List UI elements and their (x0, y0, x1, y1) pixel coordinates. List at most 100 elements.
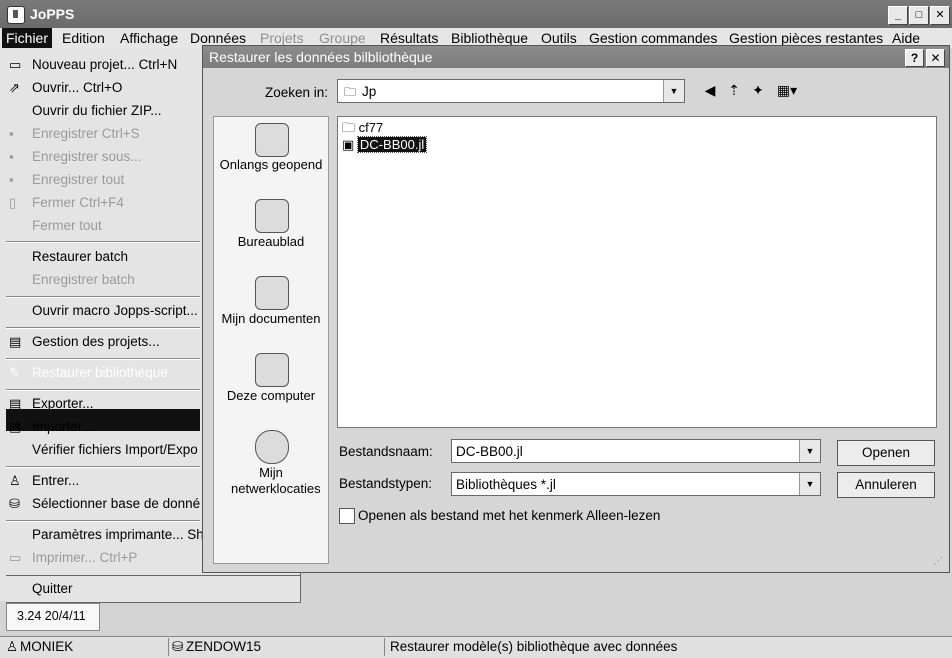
import-icon: ▤ (9, 419, 22, 434)
desktop-icon (255, 199, 289, 233)
menu-item-save[interactable]: Enregistrer Ctrl+S (32, 126, 140, 141)
look-in-combo[interactable]: 🗀 Jp ▼ (337, 79, 685, 103)
export-icon: ▤ (9, 396, 22, 411)
readonly-checkbox[interactable] (339, 508, 355, 524)
status-divider (168, 638, 169, 656)
menu-item-select-database[interactable]: Sélectionner base de donné (32, 496, 200, 511)
status-bar: ♙ MONIEK ⛁ ZENDOW15 Restaurer modèle(s) … (0, 636, 952, 658)
place-computer[interactable]: Deze computer (214, 388, 328, 403)
user-icon: ♙ (9, 473, 21, 488)
open-button[interactable]: Openen (837, 440, 935, 466)
menu-item-open[interactable]: Ouvrir... Ctrl+O (32, 80, 122, 95)
menu-outils[interactable]: Outils (541, 30, 577, 46)
menu-item-save-as[interactable]: Enregistrer sous... (32, 149, 142, 164)
look-in-label: Zoeken in: (265, 85, 329, 100)
menu-item-new-project[interactable]: Nouveau projet... Ctrl+N (32, 57, 177, 72)
up-folder-icon[interactable]: ⇡ (725, 81, 743, 99)
version-box: 3.24 20/4/11 (6, 603, 100, 631)
menu-item-save-all[interactable]: Enregistrer tout (32, 172, 124, 187)
menu-fichier[interactable]: Fichier (2, 28, 53, 48)
menu-separator (6, 296, 200, 298)
printer-icon: ▭ (9, 550, 22, 565)
menu-donnees[interactable]: Données (190, 30, 246, 46)
maximize-button[interactable]: □ (909, 6, 929, 25)
menu-edition[interactable]: Edition (62, 30, 105, 46)
menu-item-open-zip[interactable]: Ouvrir du fichier ZIP... (32, 103, 162, 118)
user-icon: ♙ (6, 639, 19, 654)
documents-icon (255, 276, 289, 310)
menu-item-export[interactable]: Exporter... (32, 396, 94, 411)
dialog-close-button[interactable]: ✕ (926, 49, 945, 67)
menu-separator (6, 520, 200, 522)
menu-resultats[interactable]: Résultats (380, 30, 438, 46)
filetype-label: Bestandstypen: (339, 476, 433, 491)
file-name: cf77 (358, 120, 384, 135)
menu-projets[interactable]: Projets (260, 30, 304, 46)
recent-icon (255, 123, 289, 157)
menu-item-verify-files[interactable]: Vérifier fichiers Import/Expo (32, 442, 198, 457)
new-folder-icon[interactable]: ✦ (749, 81, 767, 99)
status-message: Restaurer modèle(s) bibliothèque avec do… (390, 639, 678, 654)
menu-item-import[interactable]: Importer... (32, 419, 93, 434)
menu-groupe[interactable]: Groupe (319, 30, 366, 46)
look-in-value: Jp (362, 84, 377, 99)
back-icon[interactable]: ◀ (701, 81, 719, 99)
computer-icon (255, 353, 289, 387)
close-button[interactable]: ✕ (930, 6, 950, 25)
status-server: ZENDOW15 (186, 639, 262, 654)
close-file-icon: ▯ (9, 195, 17, 210)
help-button[interactable]: ? (905, 49, 924, 67)
filename-combo[interactable]: DC-BB00.jl ▼ (451, 439, 821, 463)
restore-library-icon: ✎ (9, 365, 20, 380)
filename-label: Bestandsnaam: (339, 444, 433, 459)
menu-bibliotheque[interactable]: Bibliothèque (451, 30, 528, 46)
menu-aide[interactable]: Aide (892, 30, 920, 46)
title-bar: JoPPS _ □ ✕ (0, 0, 952, 29)
new-project-icon: ▭ (9, 57, 22, 72)
chevron-down-icon[interactable]: ▼ (663, 80, 684, 102)
place-documents[interactable]: Mijn documenten (214, 311, 328, 326)
folder-icon: 🗀 (344, 85, 357, 99)
list-item[interactable]: ▣ DC-BB00.jl (342, 136, 428, 153)
chevron-down-icon[interactable]: ▼ (799, 473, 820, 495)
place-recent[interactable]: Onlangs geopend (214, 157, 328, 172)
menu-item-project-management[interactable]: Gestion des projets... (32, 334, 160, 349)
cancel-button[interactable]: Annuleren (837, 472, 935, 498)
resize-grip-icon[interactable]: ⋰ (933, 556, 943, 567)
menu-separator (6, 389, 200, 391)
menu-item-save-batch[interactable]: Enregistrer batch (32, 272, 135, 287)
menu-separator (6, 241, 200, 243)
menu-item-printer-settings[interactable]: Paramètres imprimante... Sh (32, 527, 204, 542)
restore-library-dialog: Restaurer les données bilbliothèque ? ✕ … (202, 45, 950, 573)
place-network[interactable]: Mijn netwerklocaties (231, 465, 321, 497)
save-as-icon: ▪ (9, 149, 14, 164)
menu-item-quit[interactable]: Quitter (32, 581, 73, 596)
menu-item-close[interactable]: Fermer Ctrl+F4 (32, 195, 124, 210)
database-icon: ⛁ (172, 639, 184, 654)
menu-gestion-pieces[interactable]: Gestion pièces restantes (729, 30, 883, 46)
place-desktop[interactable]: Bureaublad (214, 234, 328, 249)
menu-item-restore-library[interactable]: Restaurer bibliothèque (32, 365, 168, 380)
status-divider (384, 638, 385, 656)
app-logo-icon (7, 6, 25, 24)
chevron-down-icon[interactable]: ▼ (799, 440, 820, 462)
filetype-combo[interactable]: Bibliothèques *.jl ▼ (451, 472, 821, 496)
database-question-icon: ⛁ (9, 496, 20, 511)
menu-item-close-all[interactable]: Fermer tout (32, 218, 102, 233)
file-name: DC-BB00.jl (356, 136, 428, 153)
menu-item-print[interactable]: Imprimer... Ctrl+P (32, 550, 137, 565)
view-menu-icon[interactable]: ▦▾ (773, 81, 801, 99)
menu-affichage[interactable]: Affichage (120, 30, 178, 46)
file-icon: ▣ (342, 137, 355, 152)
status-user: MONIEK (20, 639, 74, 654)
version-label: 3.24 20/4/11 (17, 609, 86, 623)
filetype-value: Bibliothèques *.jl (456, 477, 556, 492)
menu-item-open-macro[interactable]: Ouvrir macro Jopps-script... (32, 303, 198, 318)
projects-icon: ▤ (9, 334, 22, 349)
menu-item-restore-batch[interactable]: Restaurer batch (32, 249, 128, 264)
quit-item-box: Quitter (6, 575, 301, 603)
menu-gestion-commandes[interactable]: Gestion commandes (589, 30, 717, 46)
menu-item-login[interactable]: Entrer... (32, 473, 79, 488)
minimize-button[interactable]: _ (888, 6, 908, 25)
open-icon: ⇗ (9, 80, 20, 95)
